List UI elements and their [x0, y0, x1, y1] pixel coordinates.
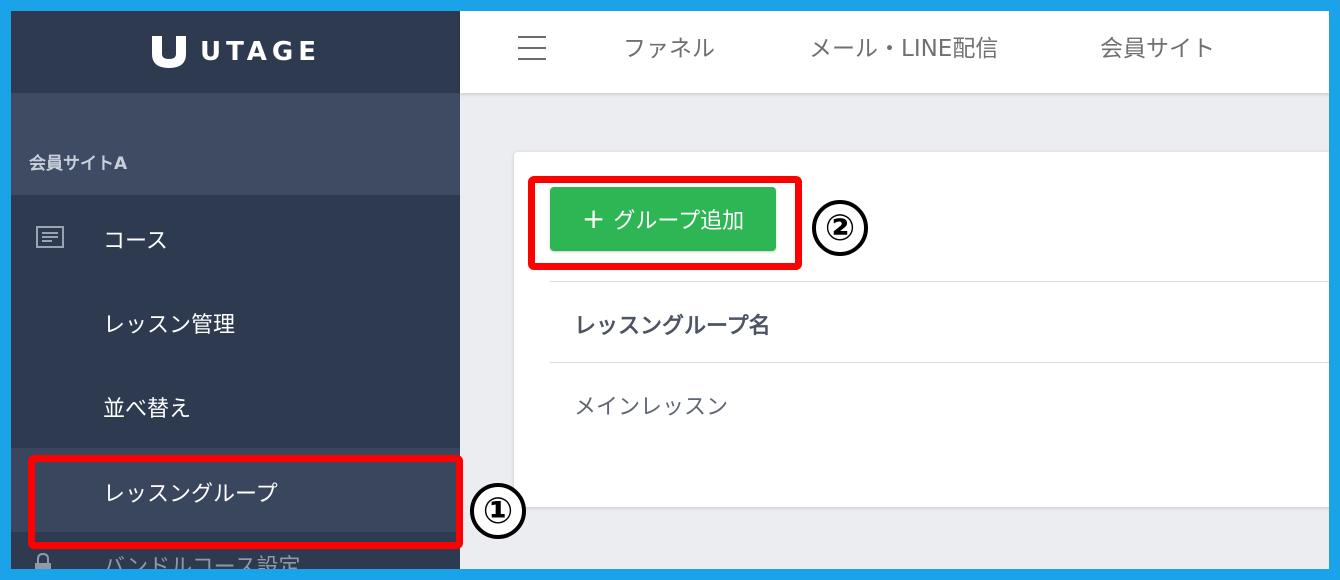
- document-list-icon: [36, 226, 64, 248]
- step-marker-2: ②: [812, 200, 868, 256]
- utage-logo-icon: [151, 34, 186, 68]
- sidebar-item-sort[interactable]: 並べ替え: [11, 363, 460, 447]
- site-header: 会員サイトA: [11, 93, 460, 195]
- sidebar-item-label: 並べ替え: [103, 397, 192, 422]
- sidebar-item-label: コース: [103, 229, 168, 254]
- sidebar-item-label: レッスン管理: [103, 313, 236, 338]
- table-divider: [550, 362, 1329, 363]
- column-header-lesson-group-name: レッスングループ名: [574, 314, 771, 339]
- site-name: 会員サイトA: [29, 154, 128, 174]
- sidebar-item-bundle-course[interactable]: バンドルコース設定: [11, 553, 460, 569]
- nav-link-mail-line[interactable]: メール・LINE配信: [809, 29, 998, 63]
- sidebar-item-label: バンドルコース設定: [103, 555, 301, 569]
- highlight-box-1: [28, 455, 463, 549]
- highlight-box-2: [528, 176, 802, 270]
- sidebar-item-course[interactable]: コース: [11, 195, 460, 279]
- logo-text: UTAGE: [199, 37, 322, 67]
- logo[interactable]: UTAGE: [11, 11, 460, 93]
- top-navigation: ファネル メール・LINE配信 会員サイト: [460, 11, 1329, 93]
- sidebar-item-lesson-management[interactable]: レッスン管理: [11, 279, 460, 363]
- table-divider: [550, 281, 1329, 282]
- hamburger-menu-icon[interactable]: [518, 36, 546, 60]
- nav-link-member-site[interactable]: 会員サイト: [1100, 29, 1215, 63]
- lock-icon: [35, 553, 51, 569]
- table-row[interactable]: メインレッスン: [574, 389, 728, 421]
- step-marker-1: ①: [470, 483, 526, 539]
- nav-link-funnel[interactable]: ファネル: [623, 29, 715, 63]
